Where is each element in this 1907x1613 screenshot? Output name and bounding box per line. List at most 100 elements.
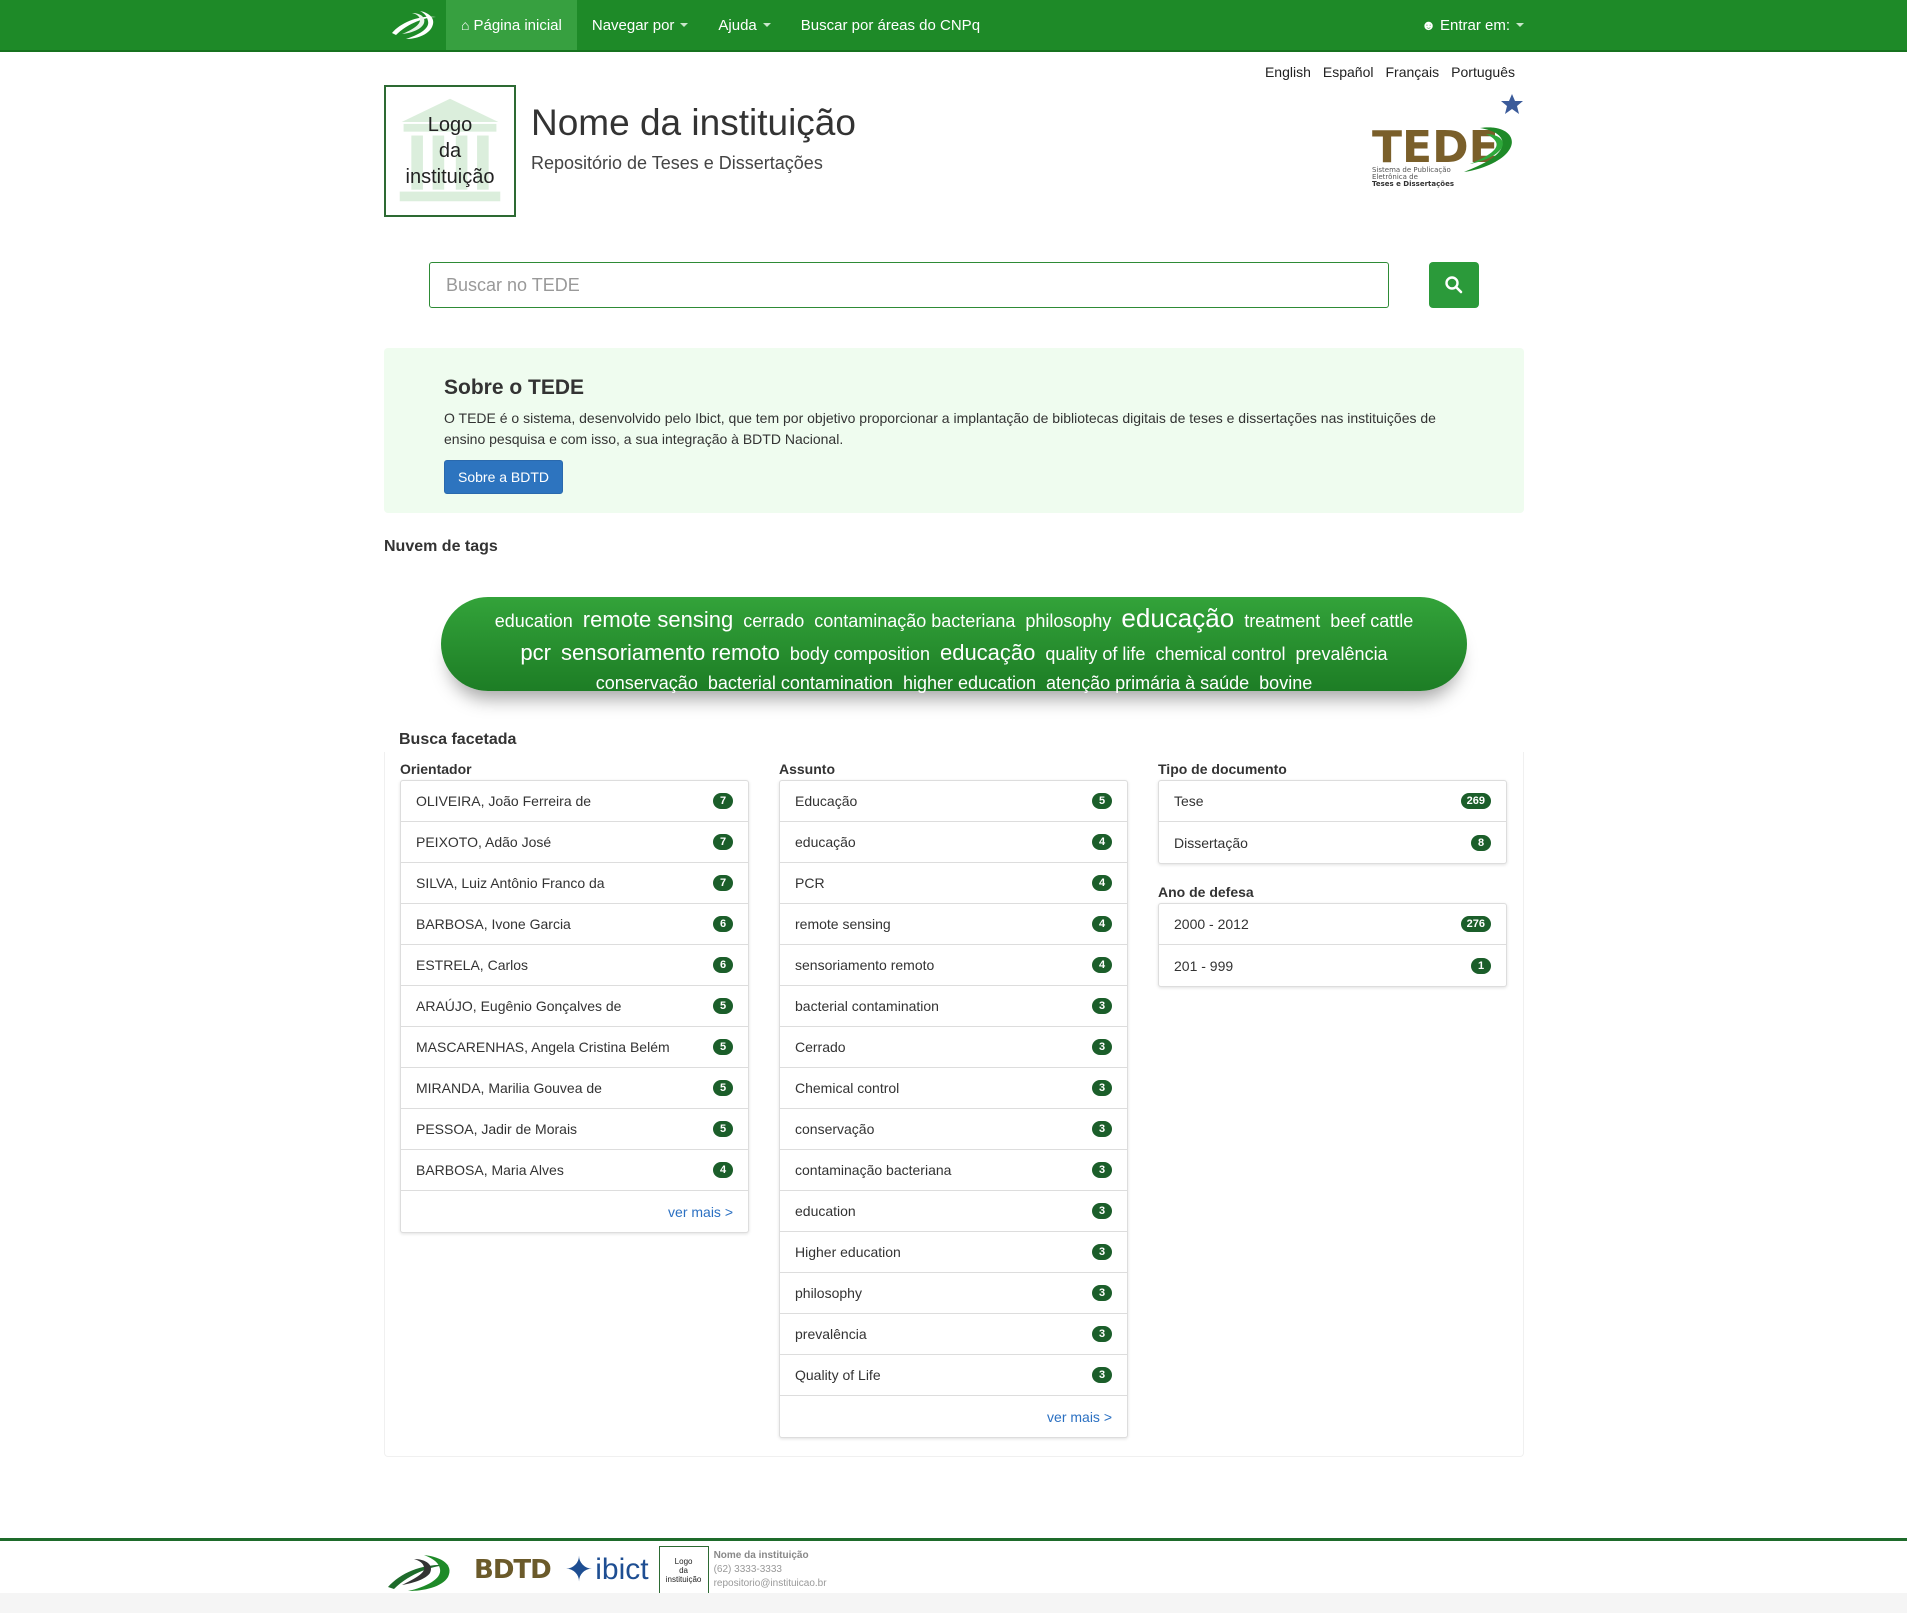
facet-item-label: sensoriamento remoto	[795, 957, 935, 973]
nav-help-dropdown[interactable]: Ajuda	[703, 0, 785, 50]
facet-item[interactable]: philosophy 3	[780, 1273, 1127, 1314]
about-bdtd-button[interactable]: Sobre a BDTD	[444, 460, 564, 494]
count-badge: 5	[713, 998, 733, 1014]
lang-francais[interactable]: Français	[1385, 64, 1439, 80]
about-panel: Sobre o TEDE O TEDE é o sistema, desenvo…	[384, 348, 1524, 513]
count-badge: 4	[1092, 875, 1112, 891]
see-more-link[interactable]: ver mais >	[401, 1191, 748, 1232]
facet-item[interactable]: sensoriamento remoto 4	[780, 945, 1127, 986]
facet-item[interactable]: Chemical control 3	[780, 1068, 1127, 1109]
facet-item[interactable]: Higher education 3	[780, 1232, 1127, 1273]
facet-item[interactable]: PEIXOTO, Adão José 7	[401, 822, 748, 863]
facet-item[interactable]: conservação 3	[780, 1109, 1127, 1150]
bdtd-logo[interactable]: BDTD	[474, 1555, 552, 1585]
footer-email[interactable]: repositorio@instituicao.br	[714, 1578, 827, 1589]
facet-item-label: Quality of Life	[795, 1367, 881, 1383]
login-dropdown[interactable]: ☻ Entrar em:	[1421, 0, 1524, 50]
search-placeholder: Buscar no TEDE	[446, 274, 580, 295]
tag-link[interactable]: education	[495, 606, 573, 636]
facet-item[interactable]: remote sensing 4	[780, 904, 1127, 945]
facet-item[interactable]: Quality of Life 3	[780, 1355, 1127, 1396]
facet-item[interactable]: 201 - 999 1	[1159, 945, 1506, 986]
tag-link[interactable]: remote sensing	[583, 605, 733, 635]
tag-link[interactable]: quality of life	[1045, 639, 1145, 669]
facet-item[interactable]: Educação 5	[780, 781, 1127, 822]
tag-link[interactable]: higher education	[903, 671, 1036, 695]
tag-link[interactable]: bovine	[1259, 671, 1312, 695]
count-badge: 1	[1471, 957, 1491, 974]
tag-link[interactable]: contaminação bacteriana	[814, 606, 1015, 636]
lang-portugues[interactable]: Português	[1451, 64, 1515, 80]
caret-down-icon	[1516, 23, 1524, 27]
tag-link[interactable]: prevalência	[1296, 639, 1388, 669]
facet-item[interactable]: OLIVEIRA, João Ferreira de 7	[401, 781, 748, 822]
facet-item-label: SILVA, Luiz Antônio Franco da	[416, 875, 605, 891]
logo-text-line2: da	[438, 140, 462, 162]
home-icon: ⌂	[461, 17, 470, 33]
tag-link[interactable]: treatment	[1244, 606, 1320, 636]
tag-link[interactable]: beef cattle	[1330, 606, 1413, 636]
tag-link[interactable]: pcr	[520, 638, 551, 668]
facet-item-label: conservação	[795, 1121, 875, 1137]
count-badge: 3	[1092, 1121, 1112, 1137]
tag-link[interactable]: philosophy	[1025, 606, 1111, 636]
about-text: O TEDE é o sistema, desenvolvido pelo Ib…	[444, 410, 1436, 447]
nav-home[interactable]: ⌂ Página inicial	[446, 0, 577, 50]
lang-espanol[interactable]: Español	[1323, 64, 1374, 80]
facet-item[interactable]: BARBOSA, Maria Alves 4	[401, 1150, 748, 1191]
nav-cnpq[interactable]: Buscar por áreas do CNPq	[786, 0, 995, 50]
facet-item-label: prevalência	[795, 1326, 867, 1342]
facet-item[interactable]: BARBOSA, Ivone Garcia 6	[401, 904, 748, 945]
tag-link[interactable]: sensoriamento remoto	[561, 638, 780, 668]
tede-logo[interactable]: TEDE Sistema de Publicação Eletrônica de…	[1368, 90, 1524, 190]
facet-item-label: Dissertação	[1174, 834, 1248, 851]
facet-item[interactable]: 2000 - 2012 276	[1159, 904, 1506, 945]
tag-link[interactable]: educação	[940, 638, 1035, 668]
tag-link[interactable]: atenção primária à saúde	[1046, 671, 1249, 695]
facet-item-label: contaminação bacteriana	[795, 1162, 952, 1178]
facet-item[interactable]: prevalência 3	[780, 1314, 1127, 1355]
facet-item-label: 201 - 999	[1174, 957, 1234, 974]
footer-institution-logo[interactable]: Logo da instituição	[658, 1546, 709, 1594]
facet-item-label: philosophy	[795, 1285, 862, 1301]
tag-link[interactable]: conservação	[596, 671, 698, 695]
tag-link[interactable]: body composition	[790, 639, 930, 669]
facet-item[interactable]: Dissertação 8	[1159, 822, 1506, 863]
facet-item[interactable]: Cerrado 3	[780, 1027, 1127, 1068]
facet-item[interactable]: contaminação bacteriana 3	[780, 1150, 1127, 1191]
brand-swoosh-icon[interactable]	[384, 1547, 456, 1593]
tag-link[interactable]: chemical control	[1155, 639, 1285, 669]
search-input[interactable]: Buscar no TEDE	[429, 262, 1389, 308]
facet-item-label: Chemical control	[795, 1080, 900, 1096]
facet-item[interactable]: Tese 269	[1159, 781, 1506, 822]
facet-item[interactable]: educação 4	[780, 822, 1127, 863]
institution-logo[interactable]: Logo da instituição	[384, 85, 516, 217]
facet-item[interactable]: education 3	[780, 1191, 1127, 1232]
facet-item[interactable]: SILVA, Luiz Antônio Franco da 7	[401, 863, 748, 904]
facet-item[interactable]: ESTRELA, Carlos 6	[401, 945, 748, 986]
see-more-link[interactable]: ver mais >	[780, 1396, 1127, 1437]
facet-item-label: OLIVEIRA, João Ferreira de	[416, 793, 592, 809]
lang-english[interactable]: English	[1265, 64, 1311, 80]
facet-item-label: Cerrado	[795, 1039, 846, 1055]
count-badge: 3	[1092, 998, 1112, 1014]
ibict-logo[interactable]: ibict	[595, 1553, 648, 1587]
facet-list: 2000 - 2012 276 201 - 999 1	[1158, 903, 1507, 987]
star-icon	[1501, 94, 1523, 114]
tag-link[interactable]: cerrado	[743, 606, 804, 636]
facet-item[interactable]: ARAÚJO, Eugênio Gonçalves de 5	[401, 986, 748, 1027]
tag-link[interactable]: educação	[1121, 603, 1234, 633]
tag-link[interactable]: bacterial contamination	[708, 671, 893, 695]
facet-title: Assunto	[779, 761, 835, 777]
facet-item-label: Tese	[1174, 793, 1204, 809]
facet-item[interactable]: PESSOA, Jadir de Morais 5	[401, 1109, 748, 1150]
search-button[interactable]	[1429, 262, 1479, 308]
facet-item[interactable]: bacterial contamination 3	[780, 986, 1127, 1027]
facet-item[interactable]: MASCARENHAS, Angela Cristina Belém 5	[401, 1027, 748, 1068]
nav-browse-dropdown[interactable]: Navegar por	[577, 0, 704, 50]
caret-down-icon	[762, 23, 771, 27]
facet-item[interactable]: PCR 4	[780, 863, 1127, 904]
count-badge: 6	[713, 957, 733, 973]
facet-item[interactable]: MIRANDA, Marilia Gouvea de 5	[401, 1068, 748, 1109]
brand-swoosh-icon[interactable]	[384, 0, 446, 50]
